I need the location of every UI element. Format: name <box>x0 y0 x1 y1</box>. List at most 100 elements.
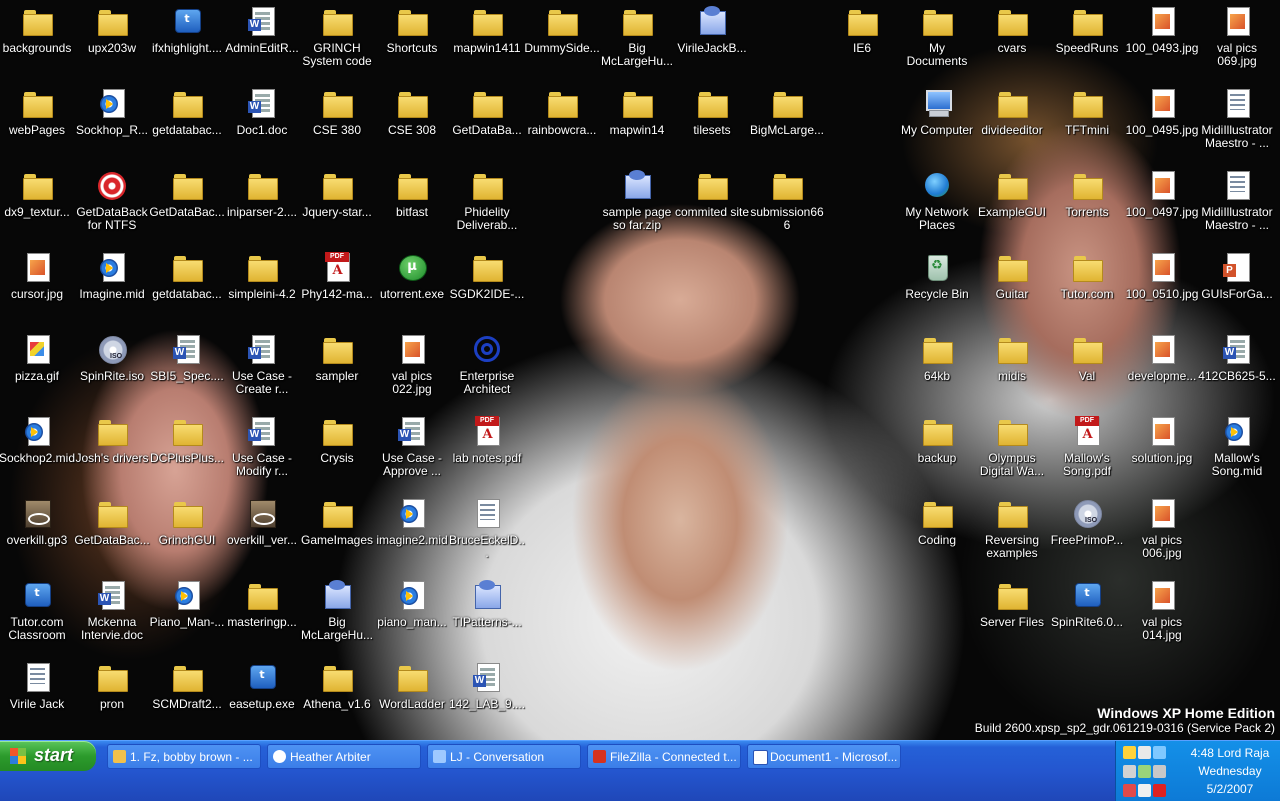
desktop-icon[interactable]: dx9_textur... <box>0 169 76 219</box>
desktop-icon[interactable]: W AdminEditR... <box>223 5 301 55</box>
taskbar-button-winamp[interactable]: 1. Fz, bobby brown - ... <box>107 744 261 769</box>
network-tray-icon[interactable] <box>1138 746 1151 759</box>
desktop-icon[interactable]: GetDataBa... <box>448 87 526 137</box>
desktop-icon[interactable]: iniparser-2.... <box>223 169 301 219</box>
desktop-icon[interactable]: Virile Jack <box>0 661 76 711</box>
desktop-icon[interactable]: ExampleGUI <box>973 169 1051 219</box>
desktop-icon[interactable]: BigMcLarge... <box>748 87 826 137</box>
desktop-icon[interactable]: µ utorrent.exe <box>373 251 451 301</box>
desktop-icon[interactable]: Server Files <box>973 579 1051 629</box>
desktop-icon[interactable]: webPages <box>0 87 76 137</box>
desktop-icon[interactable]: GetDataBac... <box>73 497 151 547</box>
desktop-icon[interactable]: MidiIllustrator Maestro - ... <box>1198 87 1276 150</box>
desktop-icon[interactable]: My Network Places <box>898 169 976 232</box>
desktop-icon[interactable]: Phidelity Deliverab... <box>448 169 526 232</box>
desktop-icon[interactable]: Shortcuts <box>373 5 451 55</box>
desktop-icon[interactable]: Reversing examples <box>973 497 1051 560</box>
desktop-icon[interactable]: PDF A Mallow's Song.pdf <box>1048 415 1126 478</box>
desktop-icon[interactable]: bitfast <box>373 169 451 219</box>
desktop-icon[interactable]: divideeditor <box>973 87 1051 137</box>
start-button[interactable]: start <box>0 741 96 771</box>
desktop-icon[interactable]: SpeedRuns <box>1048 5 1126 55</box>
desktop-icon[interactable]: midis <box>973 333 1051 383</box>
desktop-icon[interactable]: W Mckenna Intervie.doc <box>73 579 151 642</box>
desktop-icon[interactable]: t SpinRite6.0... <box>1048 579 1126 629</box>
desktop-icon[interactable]: MidiIllustrator Maestro - ... <box>1198 169 1276 232</box>
taskbar-button-word[interactable]: Document1 - Microsof... <box>747 744 901 769</box>
desktop-icon[interactable]: GetDataBack for NTFS <box>73 169 151 232</box>
desktop-icon[interactable]: overkill.gp3 <box>0 497 76 547</box>
desktop-icon[interactable]: val pics 014.jpg <box>1123 579 1201 642</box>
desktop-icon[interactable]: getdatabac... <box>148 87 226 137</box>
desktop-icon[interactable]: Athena_v1.6 <box>298 661 376 711</box>
desktop-icon[interactable]: Val <box>1048 333 1126 383</box>
desktop-icon[interactable]: TFTmini <box>1048 87 1126 137</box>
desktop-icon[interactable]: Piano_Man-... <box>148 579 226 629</box>
desktop-icon[interactable]: Olympus Digital Wa... <box>973 415 1051 478</box>
desktop-icon[interactable]: GRINCH System code <box>298 5 376 68</box>
desktop-icon[interactable]: rainbowcra... <box>523 87 601 137</box>
desktop-icon[interactable]: SCMDraft2... <box>148 661 226 711</box>
taskbar-button-chat[interactable]: Heather Arbiter <box>267 744 421 769</box>
desktop-icon[interactable]: t easetup.exe <box>223 661 301 711</box>
desktop-icon[interactable]: sampler <box>298 333 376 383</box>
desktop-icon[interactable]: masteringp... <box>223 579 301 629</box>
update-tray-icon[interactable] <box>1138 765 1151 778</box>
desktop-icon[interactable]: My Computer <box>898 87 976 137</box>
desktop-icon[interactable]: 100_0493.jpg <box>1123 5 1201 55</box>
desktop-icon[interactable]: W Use Case - Create r... <box>223 333 301 396</box>
desktop-icon[interactable]: val pics 006.jpg <box>1123 497 1201 560</box>
desktop-icon[interactable]: Sockhop2.mid <box>0 415 76 465</box>
desktop-icon[interactable]: W Use Case - Approve ... <box>373 415 451 478</box>
desktop-icon[interactable]: W 142_LAB_9.... <box>448 661 526 711</box>
desktop-icon[interactable]: P GUIsForGa... <box>1198 251 1276 301</box>
desktop-icon[interactable]: 100_0510.jpg <box>1123 251 1201 301</box>
desktop-icon[interactable]: tilesets <box>673 87 751 137</box>
desktop-icon[interactable]: W Use Case - Modify r... <box>223 415 301 478</box>
desktop-icon[interactable]: ♻ Recycle Bin <box>898 251 976 301</box>
desktop-icon[interactable]: 100_0497.jpg <box>1123 169 1201 219</box>
desktop-icon[interactable]: Coding <box>898 497 976 547</box>
desktop-icon[interactable]: commited site <box>673 169 751 219</box>
desktop-icon[interactable]: imagine2.mid <box>373 497 451 547</box>
desktop-icon[interactable]: DCPlusPlus... <box>148 415 226 465</box>
desktop-icon[interactable]: pron <box>73 661 151 711</box>
desktop-icon[interactable]: Guitar <box>973 251 1051 301</box>
desktop-icon[interactable]: 64kb <box>898 333 976 383</box>
desktop-icon[interactable]: 100_0495.jpg <box>1123 87 1201 137</box>
desktop-icon[interactable]: Enterprise Architect <box>448 333 526 396</box>
desktop-icon[interactable]: solution.jpg <box>1123 415 1201 465</box>
desktop-icon[interactable]: GrinchGUI <box>148 497 226 547</box>
desktop-icon[interactable]: submission666 <box>748 169 826 232</box>
desktop-icon[interactable]: CSE 308 <box>373 87 451 137</box>
desktop-icon[interactable]: getdatabac... <box>148 251 226 301</box>
messenger-tray-icon[interactable] <box>1123 746 1136 759</box>
desktop-icon[interactable]: val pics 022.jpg <box>373 333 451 396</box>
monitor-tray-icon[interactable] <box>1153 765 1166 778</box>
bluetooth-tray-icon[interactable] <box>1153 746 1166 759</box>
desktop-icon[interactable]: Crysis <box>298 415 376 465</box>
desktop-icon[interactable]: SGDK2IDE-... <box>448 251 526 301</box>
desktop-icon[interactable]: Sockhop_R... <box>73 87 151 137</box>
desktop-icon[interactable]: t Tutor.com Classroom <box>0 579 76 642</box>
desktop-icon[interactable]: Big McLargeHu... <box>598 5 676 68</box>
desktop-icon[interactable]: W 412CB625-5... <box>1198 333 1276 383</box>
desktop-icon[interactable]: Imagine.mid <box>73 251 151 301</box>
desktop-icon[interactable]: Tutor.com <box>1048 251 1126 301</box>
ati-tray-icon[interactable] <box>1153 784 1166 797</box>
desktop-icon[interactable]: sample page so far.zip <box>598 169 676 232</box>
desktop-icon[interactable]: Big McLargeHu... <box>298 579 376 642</box>
desktop-icon[interactable]: IE6 <box>823 5 901 55</box>
desktop-icon[interactable]: TIPatterns-... <box>448 579 526 629</box>
desktop-icon[interactable]: Josh's drivers <box>73 415 151 465</box>
desktop-icon[interactable]: GameImages <box>298 497 376 547</box>
desktop-icon[interactable]: PDF A Phy142-ma... <box>298 251 376 301</box>
desktop-icon[interactable]: Jquery-star... <box>298 169 376 219</box>
desktop-icon[interactable]: upx203w <box>73 5 151 55</box>
desktop-icon[interactable]: BruceEckelD... <box>448 497 526 560</box>
desktop-icon[interactable]: DummySide... <box>523 5 601 55</box>
desktop-icon[interactable]: W Doc1.doc <box>223 87 301 137</box>
desktop-icon[interactable]: CSE 380 <box>298 87 376 137</box>
desktop-icon[interactable]: backgrounds <box>0 5 76 55</box>
desktop-icon[interactable]: ISO SpinRite.iso <box>73 333 151 383</box>
